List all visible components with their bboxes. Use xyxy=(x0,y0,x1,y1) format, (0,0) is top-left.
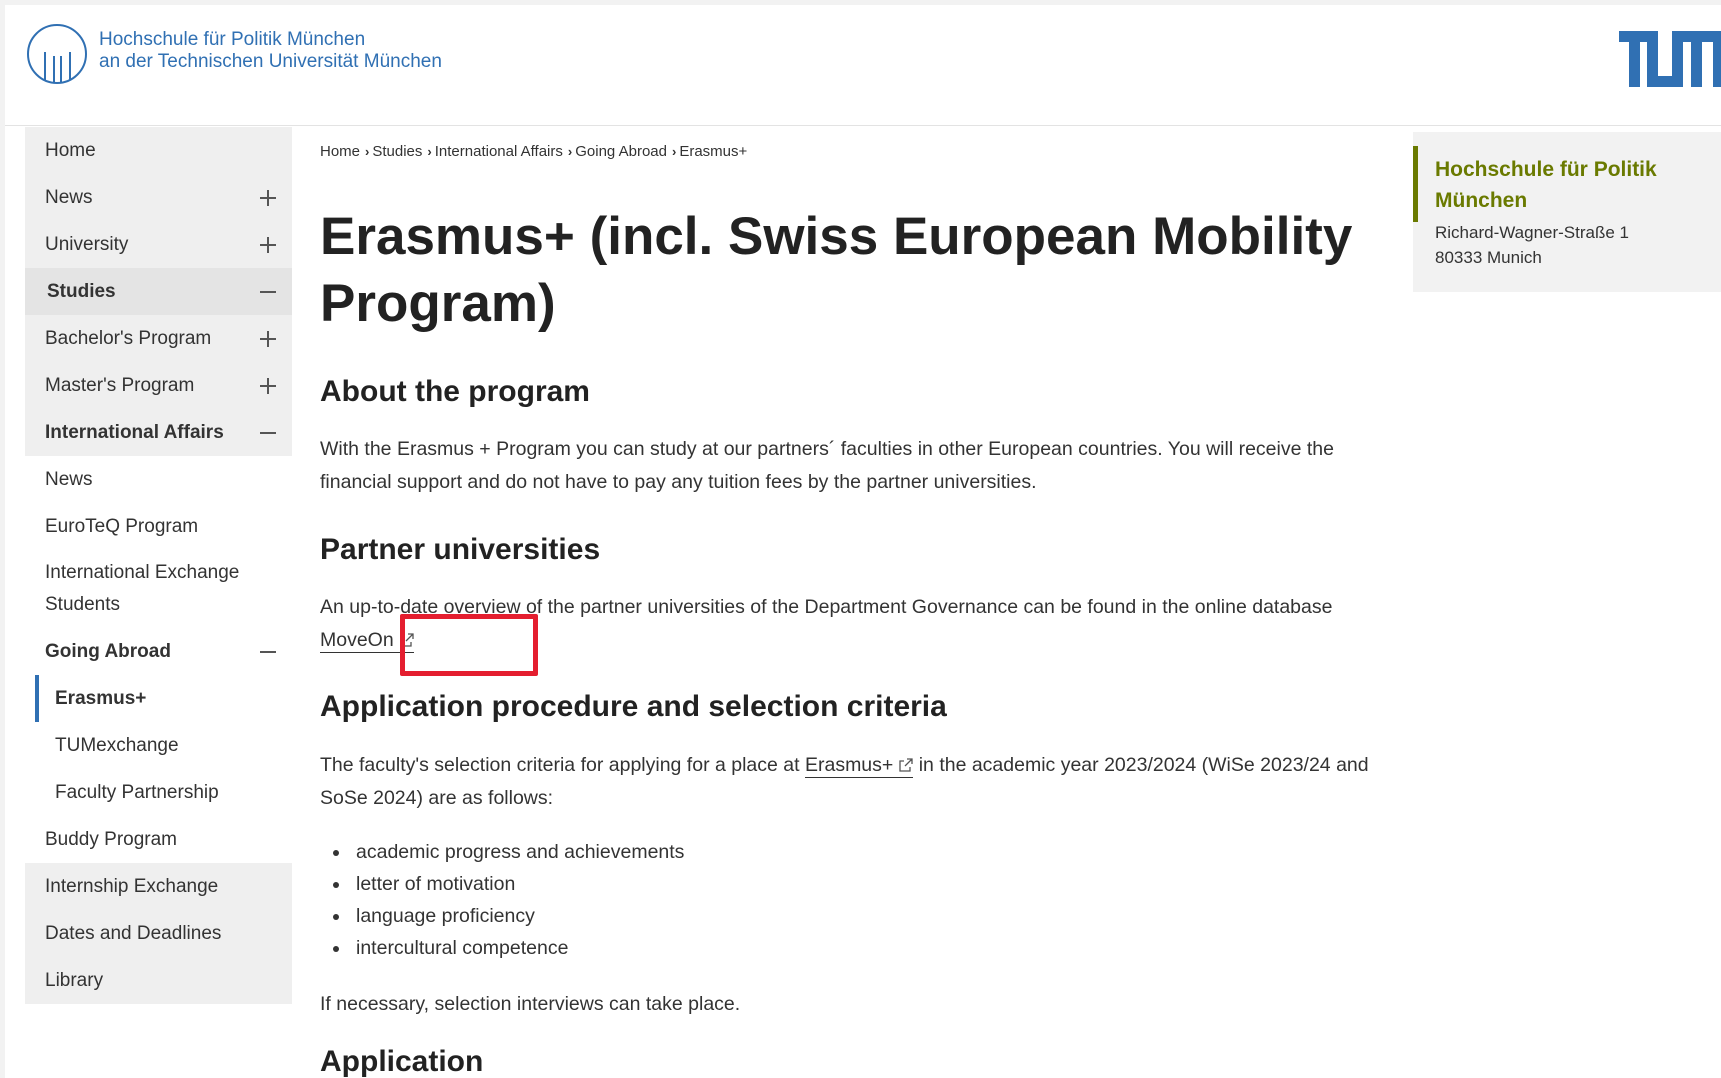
page-title: Erasmus+ (incl. Swiss European Mobility … xyxy=(320,207,1353,333)
criteria-list: academic progress and achievements lette… xyxy=(332,836,684,964)
institution-line-2: an der Technischen Universität München xyxy=(99,51,442,72)
sidebar-item-library[interactable]: Library xyxy=(25,957,292,1004)
sidebar-item-label: EuroTeQ Program xyxy=(45,515,199,537)
main-content: Home › Studies › International Affairs › Going… xyxy=(320,127,1380,1078)
sidebar-item-label: Faculty Partnership xyxy=(55,781,219,803)
about-heading: About the program xyxy=(320,375,590,408)
infobox-street: Richard-Wagner-Straße 1 xyxy=(1435,223,1629,242)
sidebar-item-label: Erasmus+ xyxy=(55,687,147,709)
collapse-minus-icon[interactable] xyxy=(260,284,276,300)
breadcrumb-going-abroad[interactable]: Going Abroad xyxy=(575,143,667,160)
accent-bar xyxy=(1413,146,1418,222)
breadcrumb-separator-icon: › xyxy=(427,144,432,159)
criteria-paragraph: The faculty's selection criteria for app… xyxy=(320,749,1380,815)
sidebar-item-label: Buddy Program xyxy=(45,828,178,850)
sidebar-item-home[interactable]: Home xyxy=(25,127,292,174)
sidebar-item-label: Home xyxy=(45,139,96,161)
active-indicator xyxy=(35,675,39,722)
sidebar-item-label: International Affairs xyxy=(45,421,224,443)
erasmus-link[interactable]: Erasmus+ xyxy=(804,754,914,778)
breadcrumb-separator-icon: › xyxy=(365,144,370,159)
external-link-icon xyxy=(899,758,913,772)
sidebar-item-label: Internship Exchange xyxy=(45,875,219,897)
sidebar-item-euroteq[interactable]: EuroTeQ Program xyxy=(25,503,292,550)
sidebar-item-exchange-students[interactable]: International Exchange Students xyxy=(25,550,292,628)
list-item: academic progress and achievements xyxy=(332,836,684,868)
breadcrumb: Home › Studies › International Affairs › Going… xyxy=(320,143,747,160)
site-header: Hochschule für Politik München an der Te… xyxy=(5,5,1721,126)
breadcrumb-separator-icon: › xyxy=(671,144,677,159)
sidebar-item-erasmus-active[interactable]: Erasmus+ xyxy=(25,675,292,722)
hfp-logo-icon[interactable] xyxy=(25,22,89,86)
about-text: With the Erasmus + Program you can study… xyxy=(320,438,1334,493)
page-edge-left xyxy=(0,0,5,1078)
sidebar-nav: Home News University Studies Bachelor's … xyxy=(25,127,292,1078)
institution-name[interactable]: Hochschule für Politik München an der Te… xyxy=(99,29,442,73)
breadcrumb-separator-icon: › xyxy=(567,144,573,159)
infobox-city: 80333 Munich xyxy=(1435,248,1542,267)
partners-heading: Partner universities xyxy=(320,533,601,566)
interviews-text: If necessary, selection interviews can t… xyxy=(320,993,741,1015)
breadcrumb-home[interactable]: Home xyxy=(320,143,360,160)
list-item: letter of motivation xyxy=(332,868,684,900)
application-heading: Application xyxy=(320,1045,484,1078)
breadcrumb-studies[interactable]: Studies xyxy=(372,143,422,160)
moveon-link-label: MoveOn xyxy=(320,629,394,651)
sidebar-item-label: News xyxy=(45,468,93,490)
infobox-address: Richard-Wagner-Straße 1 80333 Munich xyxy=(1435,220,1629,270)
sidebar-item-ia-news[interactable]: News xyxy=(25,456,292,503)
sidebar-item-label: Master's Program xyxy=(45,374,195,396)
collapse-minus-icon[interactable] xyxy=(260,644,276,660)
contact-infobox: Hochschule für Politik München Richard-W… xyxy=(1413,132,1721,292)
institution-line-1: Hochschule für Politik München xyxy=(99,29,366,50)
breadcrumb-current: Erasmus+ xyxy=(679,143,748,160)
sidebar-item-dates-deadlines[interactable]: Dates and Deadlines xyxy=(25,910,292,957)
sidebar-item-tumexchange[interactable]: TUMexchange xyxy=(25,722,292,769)
expand-plus-icon[interactable] xyxy=(260,236,276,253)
list-item: language proficiency xyxy=(332,900,684,932)
sidebar-item-label: News xyxy=(45,186,93,208)
collapse-minus-icon[interactable] xyxy=(260,425,276,441)
sidebar-item-label: Bachelor's Program xyxy=(45,327,212,349)
sidebar-item-buddy-program[interactable]: Buddy Program xyxy=(25,816,292,863)
sidebar-item-label: Studies xyxy=(47,280,116,302)
expand-plus-icon[interactable] xyxy=(260,330,276,347)
expand-plus-icon[interactable] xyxy=(260,377,276,394)
infobox-org-name: Hochschule für Politik München xyxy=(1435,158,1657,212)
breadcrumb-international-affairs[interactable]: International Affairs xyxy=(435,143,563,160)
sidebar-item-label: International Exchange Students xyxy=(45,562,240,615)
sidebar-item-label: Library xyxy=(45,969,104,991)
application-procedure-heading: Application procedure and selection crit… xyxy=(320,690,947,723)
highlight-annotation xyxy=(400,614,538,676)
sidebar-item-internship-exchange[interactable]: Internship Exchange xyxy=(25,863,292,910)
list-item: intercultural competence xyxy=(332,932,684,964)
sidebar-item-label: University xyxy=(45,233,129,255)
sidebar-item-masters[interactable]: Master's Program xyxy=(25,362,292,409)
sidebar-item-bachelors[interactable]: Bachelor's Program xyxy=(25,315,292,362)
sidebar-item-label: TUMexchange xyxy=(55,734,179,756)
sidebar-item-university[interactable]: University xyxy=(25,221,292,268)
sidebar-item-studies[interactable]: Studies xyxy=(25,268,292,315)
sidebar-item-going-abroad[interactable]: Going Abroad xyxy=(25,628,292,675)
criteria-text-before: The faculty's selection criteria for app… xyxy=(320,754,800,776)
sidebar-item-news[interactable]: News xyxy=(25,174,292,221)
sidebar-item-label: Going Abroad xyxy=(45,640,171,662)
sidebar-item-label: Dates and Deadlines xyxy=(45,922,222,944)
sidebar-item-international-affairs[interactable]: International Affairs xyxy=(25,409,292,456)
expand-plus-icon[interactable] xyxy=(260,189,276,206)
erasmus-link-label: Erasmus+ xyxy=(804,754,894,776)
tum-logo-icon[interactable] xyxy=(1619,31,1721,87)
sidebar-item-faculty-partnership[interactable]: Faculty Partnership xyxy=(25,769,292,816)
